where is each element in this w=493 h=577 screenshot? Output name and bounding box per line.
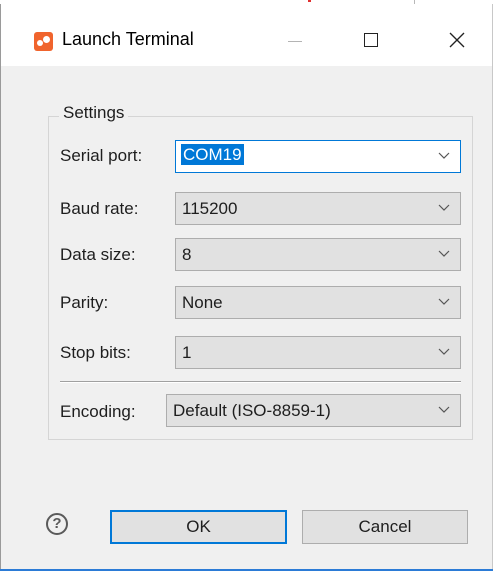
parity-select[interactable]: None <box>175 286 461 319</box>
title-bar[interactable]: Launch Terminal <box>1 4 492 66</box>
minimize-button[interactable] <box>271 18 317 62</box>
settings-group-label: Settings <box>59 103 129 123</box>
encoding-value: Default (ISO-8859-1) <box>173 401 331 420</box>
parity-label: Parity: <box>60 293 109 312</box>
top-strip <box>0 0 493 4</box>
maximize-icon <box>364 33 378 47</box>
close-icon <box>449 32 465 48</box>
settings-separator <box>60 381 461 383</box>
chevron-down-icon <box>438 204 450 211</box>
stop-bits-select[interactable]: 1 <box>175 336 461 369</box>
app-icon <box>34 32 53 51</box>
chevron-down-icon <box>438 152 450 159</box>
data-size-select[interactable]: 8 <box>175 238 461 271</box>
serial-port-value: COM19 <box>181 144 244 165</box>
stop-bits-value: 1 <box>182 343 192 362</box>
minimize-icon <box>288 41 302 42</box>
data-size-label: Data size: <box>60 245 136 264</box>
chevron-down-icon <box>438 406 450 413</box>
data-size-value: 8 <box>182 245 192 264</box>
help-icon[interactable]: ? <box>46 513 68 535</box>
baud-rate-value: 115200 <box>182 199 238 218</box>
ok-button[interactable]: OK <box>110 510 287 544</box>
encoding-label: Encoding: <box>60 402 136 421</box>
serial-port-label: Serial port: <box>60 146 143 165</box>
chevron-down-icon <box>438 298 450 305</box>
chevron-down-icon <box>438 250 450 257</box>
close-button[interactable] <box>434 18 480 62</box>
top-strip-mark <box>308 0 311 2</box>
baud-rate-label: Baud rate: <box>60 199 139 218</box>
window-title: Launch Terminal <box>62 29 194 49</box>
parity-value: None <box>182 293 223 312</box>
stop-bits-label: Stop bits: <box>60 343 131 362</box>
cancel-button[interactable]: Cancel <box>302 510 468 544</box>
baud-rate-select[interactable]: 115200 <box>175 192 461 225</box>
encoding-select[interactable]: Default (ISO-8859-1) <box>166 394 461 427</box>
serial-port-select[interactable]: COM19 <box>175 140 461 173</box>
window-bottom-margin <box>0 571 493 577</box>
chevron-down-icon <box>438 348 450 355</box>
maximize-button[interactable] <box>348 18 394 62</box>
